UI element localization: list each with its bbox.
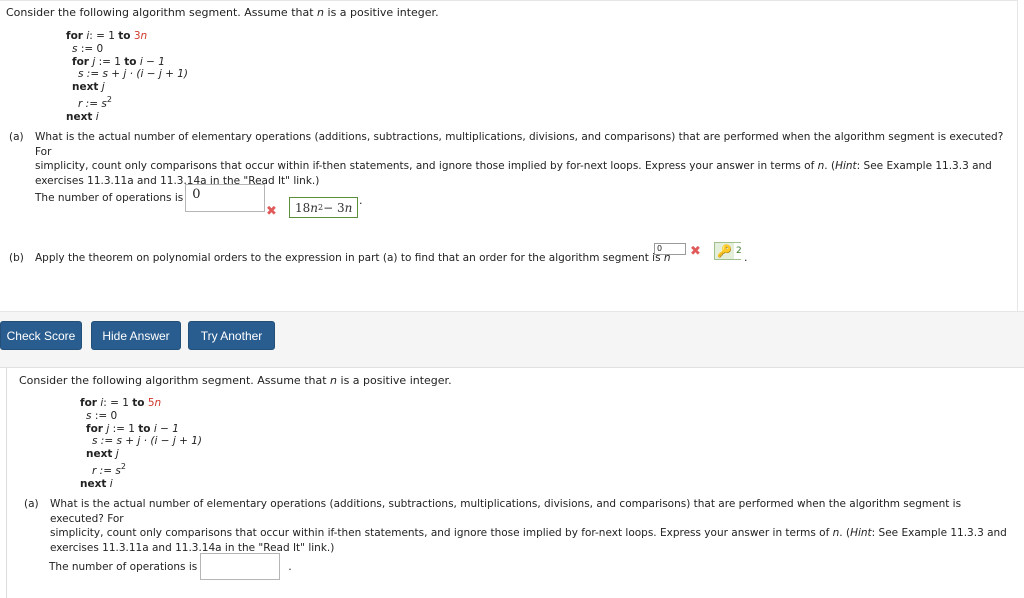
answer-key-box[interactable]: 🔑 2 (714, 242, 744, 260)
algo-line-next-j: next j (72, 81, 105, 94)
question-2: Consider the following algorithm segment… (6, 368, 1024, 598)
answer-label: The number of operations is (49, 560, 198, 573)
incorrect-x-icon: ✖ (690, 244, 701, 259)
part-a-text: What is the actual number of elementary … (50, 498, 1007, 554)
algo-line-next-i: next i (80, 477, 113, 490)
algo-line-s-init: s := 0 (72, 42, 104, 55)
key-icon: 🔑 (717, 244, 732, 258)
incorrect-x-icon: ✖ (266, 204, 277, 219)
try-another-button[interactable]: Try Another (188, 321, 275, 350)
algo-line-for-i: for i: = 1 to 3n (66, 30, 148, 42)
action-button-bar: Check Score Hide Answer Try Another (0, 311, 1024, 368)
algo-line-for-j: for j := 1 to i − 1 (72, 55, 165, 68)
algo-line-s-update: s := s + j · (i − j + 1) (78, 68, 189, 81)
algo-line-r-assign: r := s2 (78, 94, 112, 110)
check-score-button[interactable]: Check Score (0, 321, 82, 350)
algo-line-next-i: next i (66, 110, 99, 123)
algo-line-s-init: s := 0 (86, 409, 118, 422)
algo-line-s-update: s := s + j · (i − j + 1) (92, 435, 203, 448)
part-b-text: Apply the theorem on polynomial orders t… (35, 252, 671, 264)
algo-line-r-assign: r := s2 (92, 461, 126, 477)
operations-answer-input[interactable] (200, 553, 281, 580)
question-1-intro: Consider the following algorithm segment… (6, 6, 439, 19)
exponent-answer-input[interactable]: 0 (654, 243, 686, 255)
correct-answer-box: 18 n 2 − 3n (289, 197, 359, 218)
answer-label: The number of operations is (35, 192, 184, 204)
algorithm-segment: for i: = 1 to 5n s := 0 for j := 1 to i … (80, 397, 202, 491)
algorithm-segment: for i: = 1 to 3n s := 0 for j := 1 to i … (66, 30, 188, 124)
operations-answer-input[interactable]: 0 (185, 184, 266, 212)
part-a-text: What is the actual number of elementary … (35, 131, 1004, 187)
algo-line-next-j: next j (86, 448, 119, 461)
question-1: Consider the following algorithm segment… (0, 0, 1018, 311)
algo-line-for-i: for i: = 1 to 5n (80, 397, 162, 409)
question-2-intro: Consider the following algorithm segment… (19, 374, 452, 387)
hide-answer-button[interactable]: Hide Answer (91, 321, 181, 350)
algo-line-for-j: for j := 1 to i − 1 (86, 422, 179, 435)
part-a-answer-row: The number of operations is . (49, 553, 292, 580)
part-a-answer-row: The number of operations is 0 (35, 184, 266, 212)
